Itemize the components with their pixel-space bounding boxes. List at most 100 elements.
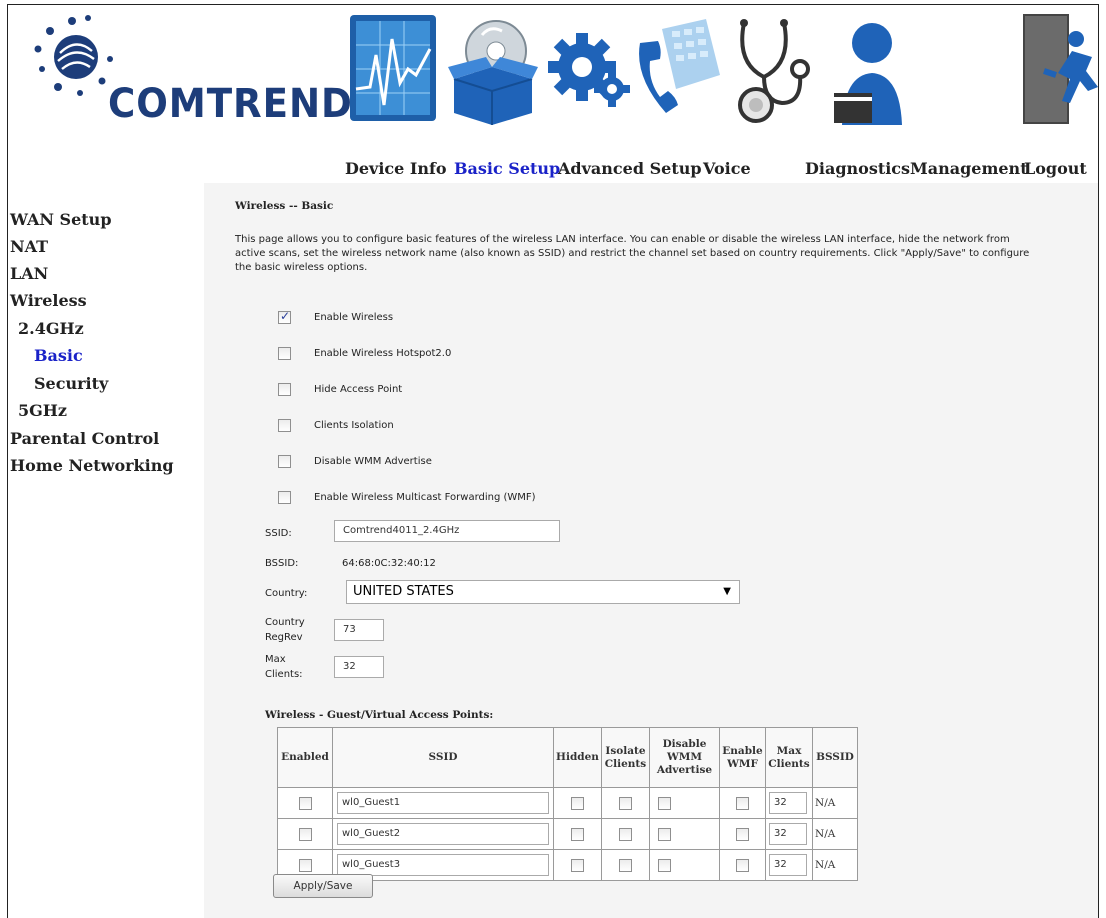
nav-device-info[interactable]: Device Info: [345, 159, 447, 178]
nav-basic-setup[interactable]: Basic Setup: [454, 159, 560, 178]
country-select-value: UNITED STATES: [353, 584, 454, 599]
row3-ssid-input[interactable]: wl0_Guest3: [337, 854, 549, 876]
guest-ap-table: Enabled SSID Hidden Isolate Clients Disa…: [277, 727, 858, 881]
row1-wmm-cell: [649, 787, 720, 819]
nav-management[interactable]: Management: [910, 159, 1028, 178]
sidebar-item-wan-setup[interactable]: WAN Setup: [10, 210, 112, 229]
page-intro: This page allows you to configure basic …: [235, 234, 1030, 273]
nav-voice[interactable]: Voice: [703, 159, 751, 178]
disable-wmm-label: Disable WMM Advertise: [314, 456, 432, 467]
ssid-input[interactable]: Comtrend4011_2.4GHz: [334, 520, 560, 542]
sidebar-item-home-networking[interactable]: Home Networking: [10, 456, 174, 475]
sidebar-item-nat[interactable]: NAT: [10, 237, 48, 256]
row2-isolate-cell: [601, 818, 650, 850]
diagnostics-stethoscope-icon[interactable]: [730, 9, 810, 127]
router-admin-window: COMTREND Device Info Basic Setup Advance…: [7, 4, 1099, 918]
row2-hidden-checkbox[interactable]: [571, 827, 584, 841]
guest-ap-header-row: Enabled SSID Hidden Isolate Clients Disa…: [277, 727, 858, 788]
page-title: Wireless -- Basic: [235, 200, 334, 212]
header-hidden: Hidden: [553, 727, 602, 788]
country-select[interactable]: UNITED STATES ▼: [346, 580, 740, 604]
header-ssid: SSID: [332, 727, 554, 788]
row1-wmm-checkbox[interactable]: [658, 796, 671, 810]
nav-logout[interactable]: Logout: [1024, 159, 1087, 178]
row1-enabled-cell: [277, 787, 333, 819]
nav-diagnostics[interactable]: Diagnostics: [805, 159, 910, 178]
enable-wmf-checkbox[interactable]: [278, 491, 291, 504]
row3-hidden-cell: [553, 849, 602, 881]
row1-hidden-checkbox[interactable]: [571, 796, 584, 810]
row3-max-clients-input[interactable]: 32: [769, 854, 807, 876]
max-clients-label-line2: Clients:: [265, 669, 303, 680]
row2-ssid-cell: wl0_Guest2: [332, 818, 554, 850]
voice-phone-icon[interactable]: [632, 9, 720, 127]
sidebar-item-security[interactable]: Security: [34, 374, 108, 393]
regrev-label-line2: RegRev: [265, 632, 303, 643]
row1-wmf-cell: [719, 787, 766, 819]
row3-isolate-cell: [601, 849, 650, 881]
enable-hotspot-label: Enable Wireless Hotspot2.0: [314, 348, 452, 359]
row2-max-clients-input[interactable]: 32: [769, 823, 807, 845]
row1-enabled-checkbox[interactable]: [298, 796, 312, 810]
row2-enabled-cell: [277, 818, 333, 850]
row3-wmm-cell: [649, 849, 720, 881]
management-user-icon[interactable]: [824, 9, 908, 127]
nav-advanced-setup[interactable]: Advanced Setup: [558, 159, 702, 178]
row1-max-cell: 32: [765, 787, 813, 819]
basic-setup-box-icon[interactable]: [446, 9, 538, 127]
row2-isolate-checkbox[interactable]: [619, 827, 632, 841]
enable-wireless-label: Enable Wireless: [314, 312, 394, 323]
row2-wmm-checkbox[interactable]: [658, 827, 671, 841]
header-enable-wmf: Enable WMF: [719, 727, 766, 788]
header: COMTREND Device Info Basic Setup Advance…: [8, 5, 1098, 183]
sidebar-item-2-4ghz[interactable]: 2.4GHz: [18, 319, 84, 338]
row2-wmf-cell: [719, 818, 766, 850]
sidebar-item-5ghz[interactable]: 5GHz: [18, 401, 67, 420]
regrev-label-line1: Country: [265, 617, 305, 628]
sidebar-item-wireless[interactable]: Wireless: [10, 291, 87, 310]
hide-access-point-checkbox[interactable]: [278, 383, 291, 396]
sidebar-item-basic[interactable]: Basic: [34, 346, 83, 365]
row2-ssid-input[interactable]: wl0_Guest2: [337, 823, 549, 845]
advanced-setup-gears-icon[interactable]: [546, 9, 630, 127]
row2-enabled-checkbox[interactable]: [298, 827, 312, 841]
row3-enabled-checkbox[interactable]: [298, 858, 312, 872]
row1-isolate-checkbox[interactable]: [619, 796, 632, 810]
disable-wmm-checkbox[interactable]: [278, 455, 291, 468]
sidebar-item-parental-control[interactable]: Parental Control: [10, 429, 159, 448]
header-max-clients: Max Clients: [765, 727, 813, 788]
row3-isolate-checkbox[interactable]: [619, 858, 632, 872]
bssid-label: BSSID:: [265, 558, 299, 569]
row3-hidden-checkbox[interactable]: [571, 858, 584, 872]
row3-wmm-checkbox[interactable]: [658, 858, 671, 872]
row3-wmf-cell: [719, 849, 766, 881]
logout-door-icon[interactable]: [1018, 9, 1098, 127]
header-isolate-clients: Isolate Clients: [601, 727, 650, 788]
row2-wmf-checkbox[interactable]: [736, 827, 749, 841]
max-clients-input[interactable]: 32: [334, 656, 384, 678]
header-enabled: Enabled: [277, 727, 333, 788]
header-disable-wmm: Disable WMM Advertise: [649, 727, 720, 788]
sidebar-item-lan[interactable]: LAN: [10, 264, 48, 283]
header-bssid: BSSID: [812, 727, 858, 788]
guest-ap-heading: Wireless - Guest/Virtual Access Points:: [265, 709, 494, 721]
row1-hidden-cell: [553, 787, 602, 819]
row1-wmf-checkbox[interactable]: [736, 796, 749, 810]
enable-wireless-checkbox[interactable]: [278, 309, 291, 324]
device-info-chart-icon[interactable]: [346, 9, 440, 127]
row1-max-clients-input[interactable]: 32: [769, 792, 807, 814]
clients-isolation-label: Clients Isolation: [314, 420, 394, 431]
clients-isolation-checkbox[interactable]: [278, 419, 291, 432]
sidebar: WAN Setup NAT LAN Wireless 2.4GHz Basic …: [8, 183, 204, 918]
row1-ssid-input[interactable]: wl0_Guest1: [337, 792, 549, 814]
bssid-value: 64:68:0C:32:40:12: [342, 558, 436, 569]
row2-wmm-cell: [649, 818, 720, 850]
enable-hotspot-checkbox[interactable]: [278, 347, 291, 360]
apply-save-button[interactable]: Apply/Save: [273, 874, 373, 898]
chevron-down-icon: ▼: [723, 586, 731, 597]
row1-ssid-cell: wl0_Guest1: [332, 787, 554, 819]
row3-wmf-checkbox[interactable]: [736, 858, 749, 872]
enable-wmf-label: Enable Wireless Multicast Forwarding (WM…: [314, 492, 536, 503]
regrev-input[interactable]: 73: [334, 619, 384, 641]
row2-hidden-cell: [553, 818, 602, 850]
